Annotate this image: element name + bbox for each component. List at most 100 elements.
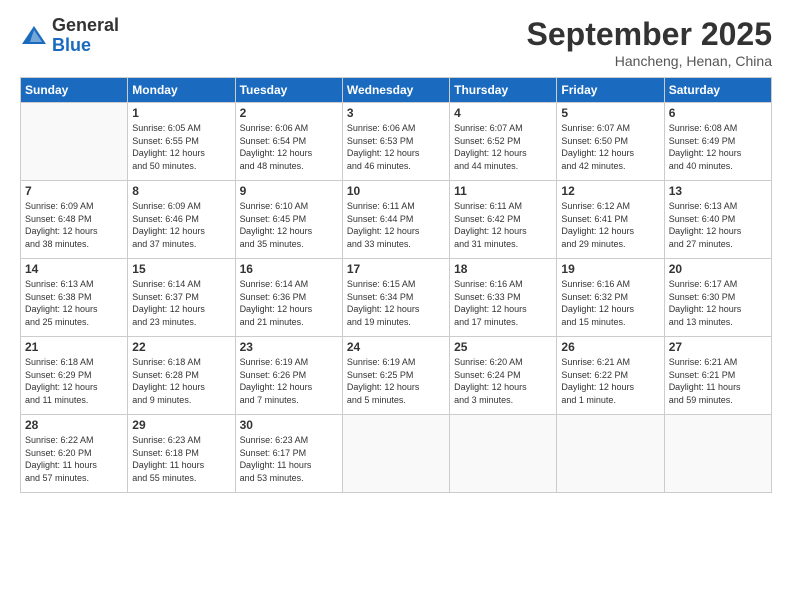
table-row: 11 Sunrise: 6:11 AMSunset: 6:42 PMDayligh…: [450, 181, 557, 259]
day-number: 19: [561, 262, 659, 276]
day-number: 9: [240, 184, 338, 198]
day-info: Sunrise: 6:22 AMSunset: 6:20 PMDaylight:…: [25, 434, 123, 484]
logo-blue-text: Blue: [52, 36, 119, 56]
day-number: 22: [132, 340, 230, 354]
table-row: 3 Sunrise: 6:06 AMSunset: 6:53 PMDaylight…: [342, 103, 449, 181]
day-info: Sunrise: 6:16 AMSunset: 6:33 PMDaylight:…: [454, 278, 552, 328]
logo-general-text: General: [52, 16, 119, 36]
col-friday: Friday: [557, 78, 664, 103]
table-row: 8Sunrise: 6:09 AMSunset: 6:46 PMDaylight…: [128, 181, 235, 259]
day-number: 26: [561, 340, 659, 354]
day-info: Sunrise: 6:19 AMSunset: 6:25 PMDaylight:…: [347, 356, 445, 406]
day-info: Sunrise: 6:05 AMSunset: 6:55 PMDaylight:…: [132, 122, 230, 172]
day-number: 18: [454, 262, 552, 276]
table-row: 2Sunrise: 6:06 AMSunset: 6:54 PMDaylight…: [235, 103, 342, 181]
day-info: Sunrise: 6:23 AMSunset: 6:17 PMDaylight:…: [240, 434, 338, 484]
table-row: 4Sunrise: 6:07 AMSunset: 6:52 PMDaylight…: [450, 103, 557, 181]
table-row: 27Sunrise: 6:21 AMSunset: 6:21 PMDayligh…: [664, 337, 771, 415]
table-row: 10Sunrise: 6:11 AMSunset: 6:44 PMDayligh…: [342, 181, 449, 259]
location: Hancheng, Henan, China: [527, 53, 772, 69]
day-info: Sunrise: 6:13 AMSunset: 6:40 PMDaylight:…: [669, 200, 767, 250]
day-number: 14: [25, 262, 123, 276]
month-title: September 2025: [527, 16, 772, 53]
day-info: Sunrise: 6:23 AMSunset: 6:18 PMDaylight:…: [132, 434, 230, 484]
table-row: 21 Sunrise: 6:18 AMSunset: 6:29 PMDayligh…: [21, 337, 128, 415]
table-row: 25 Sunrise: 6:20 AMSunset: 6:24 PMDayligh…: [450, 337, 557, 415]
table-row: [664, 415, 771, 493]
col-wednesday: Wednesday: [342, 78, 449, 103]
table-row: 9Sunrise: 6:10 AMSunset: 6:45 PMDaylight…: [235, 181, 342, 259]
table-row: 1 Sunrise: 6:05 AMSunset: 6:55 PMDaylight…: [128, 103, 235, 181]
day-info: Sunrise: 6:21 AMSunset: 6:21 PMDaylight:…: [669, 356, 767, 406]
day-info: Sunrise: 6:13 AMSunset: 6:38 PMDaylight:…: [25, 278, 123, 328]
table-row: 23Sunrise: 6:19 AMSunset: 6:26 PMDayligh…: [235, 337, 342, 415]
day-number: 5: [561, 106, 659, 120]
table-row: 5 Sunrise: 6:07 AMSunset: 6:50 PMDaylight…: [557, 103, 664, 181]
table-row: 12 Sunrise: 6:12 AMSunset: 6:41 PMDayligh…: [557, 181, 664, 259]
day-info: Sunrise: 6:12 AMSunset: 6:41 PMDaylight:…: [561, 200, 659, 250]
day-number: 16: [240, 262, 338, 276]
table-row: 29 Sunrise: 6:23 AMSunset: 6:18 PMDayligh…: [128, 415, 235, 493]
day-info: Sunrise: 6:09 AMSunset: 6:48 PMDaylight:…: [25, 200, 123, 250]
day-info: Sunrise: 6:07 AMSunset: 6:50 PMDaylight:…: [561, 122, 659, 172]
table-row: 18 Sunrise: 6:16 AMSunset: 6:33 PMDayligh…: [450, 259, 557, 337]
day-number: 20: [669, 262, 767, 276]
day-number: 2: [240, 106, 338, 120]
day-number: 30: [240, 418, 338, 432]
calendar-week-row: 28 Sunrise: 6:22 AMSunset: 6:20 PMDayligh…: [21, 415, 772, 493]
day-number: 4: [454, 106, 552, 120]
day-info: Sunrise: 6:09 AMSunset: 6:46 PMDaylight:…: [132, 200, 230, 250]
col-saturday: Saturday: [664, 78, 771, 103]
table-row: 15Sunrise: 6:14 AMSunset: 6:37 PMDayligh…: [128, 259, 235, 337]
table-row: 14 Sunrise: 6:13 AMSunset: 6:38 PMDayligh…: [21, 259, 128, 337]
day-number: 13: [669, 184, 767, 198]
day-info: Sunrise: 6:20 AMSunset: 6:24 PMDaylight:…: [454, 356, 552, 406]
day-number: 7: [25, 184, 123, 198]
day-info: Sunrise: 6:06 AMSunset: 6:53 PMDaylight:…: [347, 122, 445, 172]
day-info: Sunrise: 6:08 AMSunset: 6:49 PMDaylight:…: [669, 122, 767, 172]
day-info: Sunrise: 6:17 AMSunset: 6:30 PMDaylight:…: [669, 278, 767, 328]
table-row: 26 Sunrise: 6:21 AMSunset: 6:22 PMDayligh…: [557, 337, 664, 415]
table-row: 22 Sunrise: 6:18 AMSunset: 6:28 PMDayligh…: [128, 337, 235, 415]
day-number: 12: [561, 184, 659, 198]
day-info: Sunrise: 6:19 AMSunset: 6:26 PMDaylight:…: [240, 356, 338, 406]
day-number: 11: [454, 184, 552, 198]
day-number: 21: [25, 340, 123, 354]
table-row: 30 Sunrise: 6:23 AMSunset: 6:17 PMDayligh…: [235, 415, 342, 493]
table-row: [342, 415, 449, 493]
calendar: Sunday Monday Tuesday Wednesday Thursday…: [20, 77, 772, 493]
col-sunday: Sunday: [21, 78, 128, 103]
day-number: 3: [347, 106, 445, 120]
day-info: Sunrise: 6:11 AMSunset: 6:44 PMDaylight:…: [347, 200, 445, 250]
table-row: 19 Sunrise: 6:16 AMSunset: 6:32 PMDayligh…: [557, 259, 664, 337]
table-row: [21, 103, 128, 181]
day-info: Sunrise: 6:14 AMSunset: 6:37 PMDaylight:…: [132, 278, 230, 328]
logo: General Blue: [20, 16, 119, 56]
day-number: 1: [132, 106, 230, 120]
calendar-week-row: 21 Sunrise: 6:18 AMSunset: 6:29 PMDayligh…: [21, 337, 772, 415]
day-number: 17: [347, 262, 445, 276]
day-info: Sunrise: 6:11 AMSunset: 6:42 PMDaylight:…: [454, 200, 552, 250]
day-number: 25: [454, 340, 552, 354]
day-info: Sunrise: 6:21 AMSunset: 6:22 PMDaylight:…: [561, 356, 659, 406]
table-row: 7 Sunrise: 6:09 AMSunset: 6:48 PMDaylight…: [21, 181, 128, 259]
day-info: Sunrise: 6:18 AMSunset: 6:28 PMDaylight:…: [132, 356, 230, 406]
day-number: 24: [347, 340, 445, 354]
day-info: Sunrise: 6:15 AMSunset: 6:34 PMDaylight:…: [347, 278, 445, 328]
col-thursday: Thursday: [450, 78, 557, 103]
table-row: 24 Sunrise: 6:19 AMSunset: 6:25 PMDayligh…: [342, 337, 449, 415]
day-info: Sunrise: 6:16 AMSunset: 6:32 PMDaylight:…: [561, 278, 659, 328]
day-info: Sunrise: 6:18 AMSunset: 6:29 PMDaylight:…: [25, 356, 123, 406]
calendar-week-row: 7 Sunrise: 6:09 AMSunset: 6:48 PMDaylight…: [21, 181, 772, 259]
title-block: September 2025 Hancheng, Henan, China: [527, 16, 772, 69]
table-row: 13 Sunrise: 6:13 AMSunset: 6:40 PMDayligh…: [664, 181, 771, 259]
day-number: 29: [132, 418, 230, 432]
day-number: 28: [25, 418, 123, 432]
table-row: 20 Sunrise: 6:17 AMSunset: 6:30 PMDayligh…: [664, 259, 771, 337]
table-row: 28 Sunrise: 6:22 AMSunset: 6:20 PMDayligh…: [21, 415, 128, 493]
page-header: General Blue September 2025 Hancheng, He…: [20, 16, 772, 69]
col-monday: Monday: [128, 78, 235, 103]
logo-icon: [20, 22, 48, 50]
day-info: Sunrise: 6:14 AMSunset: 6:36 PMDaylight:…: [240, 278, 338, 328]
table-row: [557, 415, 664, 493]
